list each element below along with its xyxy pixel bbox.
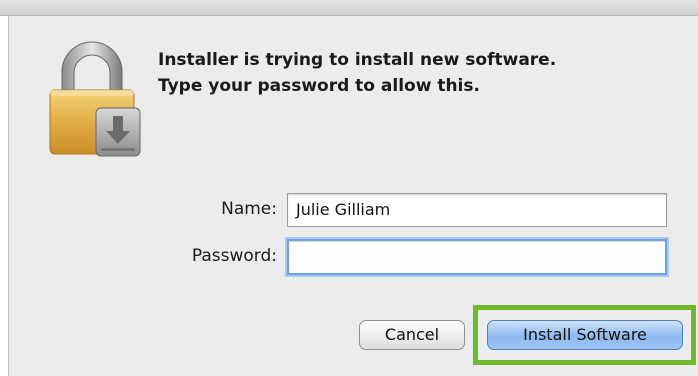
- password-field[interactable]: [287, 239, 667, 275]
- background-window-edge: [0, 16, 9, 376]
- message-line-1: Installer is trying to install new softw…: [158, 50, 557, 70]
- name-field[interactable]: Julie Gilliam: [287, 193, 667, 227]
- window-top-edge: [0, 0, 698, 16]
- cancel-button[interactable]: Cancel: [359, 320, 465, 350]
- dialog-message: Installer is trying to install new softw…: [158, 47, 678, 99]
- password-label: Password:: [191, 246, 277, 266]
- message-line-2: Type your password to allow this.: [158, 76, 480, 96]
- name-label: Name:: [221, 199, 277, 219]
- install-software-button[interactable]: Install Software: [487, 320, 683, 350]
- lock-icon: [49, 41, 141, 157]
